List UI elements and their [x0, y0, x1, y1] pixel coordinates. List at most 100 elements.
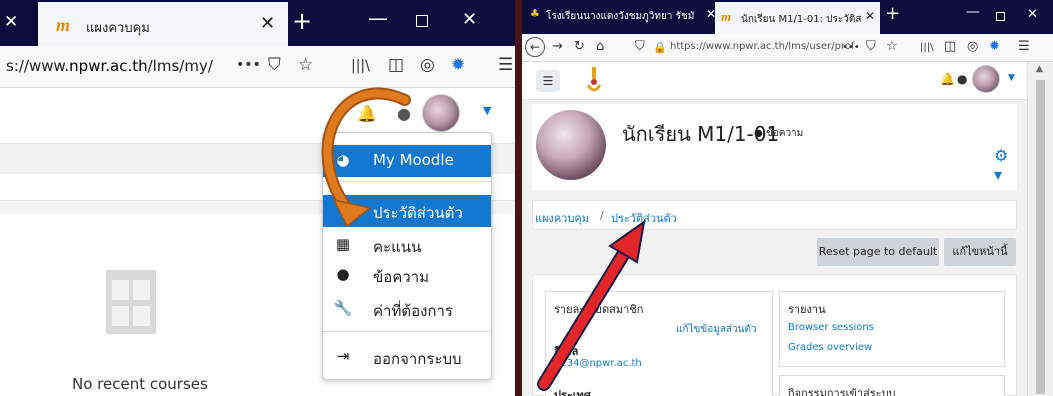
school-logo-icon: ♣: [530, 7, 540, 20]
right-browser-window: ♣ โรงเรียนนางแดงวังชมภูวิทยา รัชมั ✕ m น…: [522, 0, 1053, 396]
minimize-icon[interactable]: —: [966, 4, 980, 20]
chat-icon[interactable]: ●: [397, 104, 411, 123]
menu-icon[interactable]: ☰: [498, 55, 513, 75]
browser-sessions-link[interactable]: Browser sessions: [788, 322, 874, 333]
user-menu-dropdown: ◕ My Moodle 👤 ประวัติส่วนตัว ▦ คะแนน ● ข…: [322, 132, 492, 380]
sidebar-icon[interactable]: ◫: [944, 39, 956, 54]
avatar[interactable]: [972, 65, 1000, 93]
menu-item-messages[interactable]: ● ข้อความ: [323, 259, 491, 291]
divider: [515, 0, 522, 396]
tab-school[interactable]: โรงเรียนนางแดงวังชมภูวิทยา รัชมั ✕: [546, 9, 716, 24]
tab-close-icon[interactable]: ✕: [260, 13, 275, 34]
forward-icon[interactable]: →: [552, 39, 563, 54]
tab-bar: ✕ m แผงควบคุม ✕ + — ✕: [0, 0, 515, 46]
star-icon[interactable]: ☆: [886, 39, 898, 54]
more-icon[interactable]: •••: [842, 42, 860, 53]
more-icon[interactable]: •••: [236, 57, 261, 73]
library-icon[interactable]: |||\: [920, 42, 933, 53]
extension-icon[interactable]: ✹: [451, 55, 465, 75]
scroll-up-icon[interactable]: ▲: [1036, 64, 1043, 74]
message-icon: ●: [336, 265, 350, 283]
bell-icon[interactable]: 🔔: [940, 72, 955, 86]
chat-icon[interactable]: ●: [957, 72, 967, 86]
minimize-icon[interactable]: —: [368, 6, 388, 30]
courses-icon: [106, 270, 156, 334]
menu-item-my-moodle[interactable]: ◕ My Moodle: [323, 145, 491, 177]
new-tab-icon[interactable]: +: [292, 7, 312, 35]
account-icon[interactable]: ◎: [967, 39, 978, 54]
shield-icon: ⛉: [635, 39, 645, 54]
maximize-icon[interactable]: [416, 15, 428, 27]
login-activity-heading: กิจกรรมการเข้าสู่ระบบ: [788, 387, 896, 396]
pocket-icon[interactable]: ⛉: [268, 55, 281, 75]
reports-card: รายงาน Browser sessions Grades overview: [779, 291, 1005, 367]
menu-item-profile[interactable]: 👤 ประวัติส่วนตัว: [323, 195, 491, 227]
grades-icon: ▦: [335, 235, 351, 253]
gear-icon[interactable]: ⚙ ▾: [994, 146, 1017, 184]
account-icon[interactable]: ◎: [420, 55, 435, 75]
chevron-down-icon[interactable]: ▼: [1008, 73, 1015, 83]
maximize-icon[interactable]: [996, 12, 1005, 21]
library-icon[interactable]: |||\: [351, 58, 370, 74]
menu-item-logout[interactable]: ⇥ ออกจากระบบ: [323, 341, 491, 373]
menu-item-grades[interactable]: ▦ คะแนน: [323, 229, 491, 261]
scrollbar[interactable]: ▲: [1027, 62, 1053, 396]
breadcrumb-dashboard[interactable]: แผงควบคุม: [535, 209, 589, 227]
window-close-icon[interactable]: ✕: [462, 9, 477, 30]
tab-title: แผงควบคุม: [86, 21, 150, 36]
email-link[interactable]: 1234@npwr.ac.th: [554, 358, 642, 369]
wrench-icon: 🔧: [333, 299, 353, 317]
nav-bar: ← → ↻ ⌂ ⛉ 🔒 https://www.npwr.ac.th/lms/u…: [522, 34, 1053, 62]
breadcrumb: แผงควบคุม / ประวัติส่วนตัว: [532, 200, 1017, 230]
main-content: นักเรียน M1/1-01 ● ข้อความ ⚙ ▾ แผงควบคุม…: [522, 100, 1027, 396]
star-icon[interactable]: ☆: [298, 55, 313, 75]
hamburger-icon[interactable]: ☰: [536, 70, 560, 92]
message-link[interactable]: ● ข้อความ: [754, 126, 803, 141]
new-tab-icon[interactable]: +: [885, 3, 900, 24]
reset-page-button[interactable]: Reset page to default: [817, 238, 939, 266]
menu-item-preferences[interactable]: 🔧 ค่าที่ต้องการ: [323, 293, 491, 325]
close-icon[interactable]: ✕: [4, 12, 18, 32]
grades-overview-link[interactable]: Grades overview: [788, 342, 872, 353]
page-header: ☰ 🔔 ● ▼: [522, 62, 1027, 100]
logout-icon: ⇥: [336, 347, 350, 365]
chevron-down-icon[interactable]: ▼: [483, 104, 491, 117]
user-icon: 👤: [333, 201, 353, 219]
dashboard-icon: ◕: [336, 151, 350, 169]
tab-close-icon[interactable]: ✕: [865, 9, 875, 23]
scrollbar-thumb[interactable]: [1036, 80, 1045, 394]
sidebar-icon[interactable]: ◫: [388, 55, 404, 75]
tab-profile[interactable]: m นักเรียน M1/1-01: ประวัติสาธารณะ ✕: [715, 2, 880, 34]
window-close-icon[interactable]: ✕: [1027, 7, 1038, 22]
tab-bar: ♣ โรงเรียนนางแดงวังชมภูวิทยา รัชมั ✕ m น…: [522, 0, 1053, 34]
country-label: ประเทศ: [554, 389, 591, 396]
address-bar[interactable]: https://www.npwr.ac.th/lms/user/prof: [670, 41, 854, 52]
address-bar[interactable]: s://www.npwr.ac.th/lms/my/: [6, 57, 213, 75]
school-logo-icon: [586, 67, 602, 92]
pocket-icon[interactable]: ⛉: [866, 39, 876, 54]
user-details-heading: รายละเอียดสมาชิก: [554, 303, 644, 316]
lock-icon: 🔒: [653, 41, 667, 54]
moodle-logo-icon: m: [56, 15, 71, 35]
extension-icon[interactable]: ✹: [989, 39, 1000, 54]
moodle-logo-icon: m: [721, 9, 732, 24]
bell-icon[interactable]: 🔔: [357, 104, 377, 123]
edit-profile-link[interactable]: แก้ไขข้อมูลส่วนตัว: [676, 322, 757, 337]
menu-icon[interactable]: ☰: [1018, 39, 1030, 54]
user-details-card: รายละเอียดสมาชิก แก้ไขข้อมูลส่วนตัว อีเม…: [545, 291, 773, 396]
tab-dashboard[interactable]: m แผงควบคุม ✕: [38, 2, 288, 46]
tutorial-screenshot: ✕ m แผงควบคุม ✕ + — ✕ s://www.npwr.ac.th…: [0, 0, 1053, 396]
avatar[interactable]: [422, 94, 460, 132]
profile-avatar: [536, 110, 606, 180]
back-icon[interactable]: ←: [525, 37, 545, 57]
home-icon[interactable]: ⌂: [596, 39, 604, 54]
no-courses-text: No recent courses: [72, 375, 208, 393]
edit-page-button[interactable]: แก้ไขหน้านี้: [944, 238, 1016, 266]
left-browser-window: ✕ m แผงควบคุม ✕ + — ✕ s://www.npwr.ac.th…: [0, 0, 515, 396]
profile-details: รายละเอียดสมาชิก แก้ไขข้อมูลส่วนตัว อีเม…: [532, 274, 1017, 396]
nav-bar: s://www.npwr.ac.th/lms/my/ ••• ⛉ ☆ |||\ …: [0, 46, 515, 88]
login-activity-card: กิจกรรมการเข้าสู่ระบบ: [779, 375, 1005, 396]
reload-icon[interactable]: ↻: [574, 39, 585, 54]
breadcrumb-profile[interactable]: ประวัติส่วนตัว: [611, 209, 677, 227]
profile-header: นักเรียน M1/1-01 ● ข้อความ ⚙ ▾: [532, 104, 1017, 190]
